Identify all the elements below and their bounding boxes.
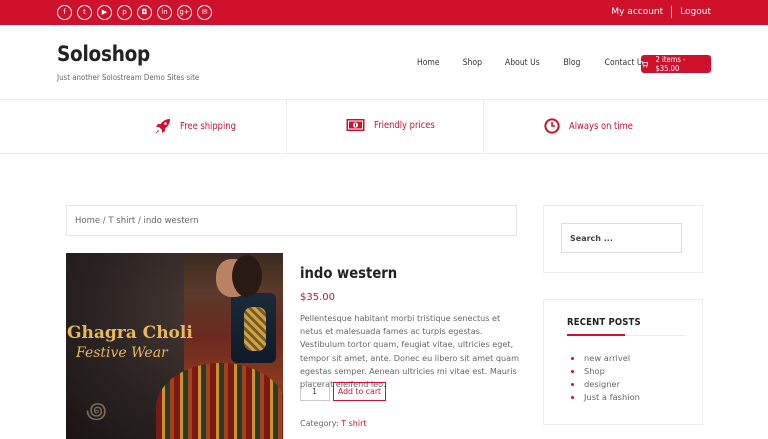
product-image[interactable]: Ghagra Choli Festive Wear ꩜ <box>66 253 283 439</box>
logout-link[interactable]: Logout <box>680 7 711 17</box>
social-links: f t ▶ p ◘ in g+ ✉ <box>57 5 212 20</box>
recent-post-link[interactable]: designer <box>571 378 640 391</box>
site-tagline: Just another Solostream Demo Sites site <box>57 73 200 82</box>
rocket-icon <box>155 119 170 134</box>
nav-about-us[interactable]: About Us <box>505 58 540 68</box>
feature-free-shipping: Free shipping <box>154 118 244 135</box>
recent-post-link[interactable]: Shop <box>571 365 640 378</box>
image-caption-title: Ghagra Choli <box>67 323 193 343</box>
email-icon[interactable]: ✉ <box>197 5 212 20</box>
divider <box>286 100 287 154</box>
feature-label: Free shipping <box>180 121 236 132</box>
recent-posts-list: new arrivel Shop designer Just a fashion <box>571 352 640 404</box>
product-price: $35.00 <box>300 292 335 303</box>
instagram-icon[interactable]: ◘ <box>137 5 152 20</box>
recent-posts-widget: RECENT POSTS new arrivel Shop designer J… <box>543 299 703 425</box>
googleplus-icon[interactable]: g+ <box>177 5 192 20</box>
recent-posts-title: RECENT POSTS <box>567 317 641 328</box>
recent-post-link[interactable]: new arrivel <box>571 352 640 365</box>
quantity-input[interactable]: 1 <box>300 382 330 401</box>
divider <box>483 100 484 154</box>
feature-friendly-prices: Friendly prices <box>346 118 443 132</box>
linkedin-icon[interactable]: in <box>157 5 172 20</box>
main-nav: Home Shop About Us Blog Contact Us <box>415 58 650 68</box>
top-bar: f t ▶ p ◘ in g+ ✉ My account Logout <box>0 0 768 25</box>
feature-always-on-time: Always on time <box>544 118 642 134</box>
clock-icon <box>544 118 560 134</box>
cart-button[interactable]: 2 items - $35.00 <box>641 55 711 73</box>
nav-blog[interactable]: Blog <box>563 58 580 68</box>
search-input[interactable]: Search ... <box>561 223 682 253</box>
swirl-ornament-icon: ꩜ <box>86 398 107 423</box>
recent-post-link[interactable]: Just a fashion <box>571 391 640 404</box>
money-icon <box>346 119 365 131</box>
account-links: My account Logout <box>611 6 711 18</box>
feature-label: Always on time <box>569 120 633 132</box>
divider <box>625 335 685 336</box>
nav-home[interactable]: Home <box>417 58 440 68</box>
category-link[interactable]: T shirt <box>341 419 366 428</box>
breadcrumb: Home / T shirt / indo western <box>66 205 517 236</box>
pinterest-icon[interactable]: p <box>117 5 132 20</box>
category-label: Category: <box>300 419 339 428</box>
my-account-link[interactable]: My account <box>611 7 663 17</box>
facebook-icon[interactable]: f <box>57 5 72 20</box>
image-model-hair <box>232 255 262 297</box>
divider <box>671 6 673 18</box>
image-caption-subtitle: Festive Wear <box>76 345 168 361</box>
features-bar: Free shipping Friendly prices Always on … <box>0 99 768 154</box>
product-description: Pellentesque habitant morbi tristique se… <box>300 313 519 390</box>
site-title[interactable]: Soloshop <box>57 42 150 66</box>
search-widget: Search ... <box>543 205 703 273</box>
cart-summary: 2 items - $35.00 <box>655 55 686 73</box>
cart-icon <box>641 60 649 67</box>
image-embroidery <box>244 307 266 351</box>
image-skirt <box>156 363 283 439</box>
product-category: Category: T shirt <box>300 419 367 428</box>
breadcrumb-trail[interactable]: Home / T shirt / indo western <box>75 216 199 226</box>
feature-label: Friendly prices <box>374 119 435 131</box>
product-title: indo western <box>300 264 398 282</box>
title-underline <box>567 334 625 336</box>
twitter-icon[interactable]: t <box>77 5 92 20</box>
add-to-cart-button[interactable]: Add to cart <box>333 382 386 401</box>
nav-shop[interactable]: Shop <box>462 58 481 68</box>
youtube-icon[interactable]: ▶ <box>97 5 112 20</box>
